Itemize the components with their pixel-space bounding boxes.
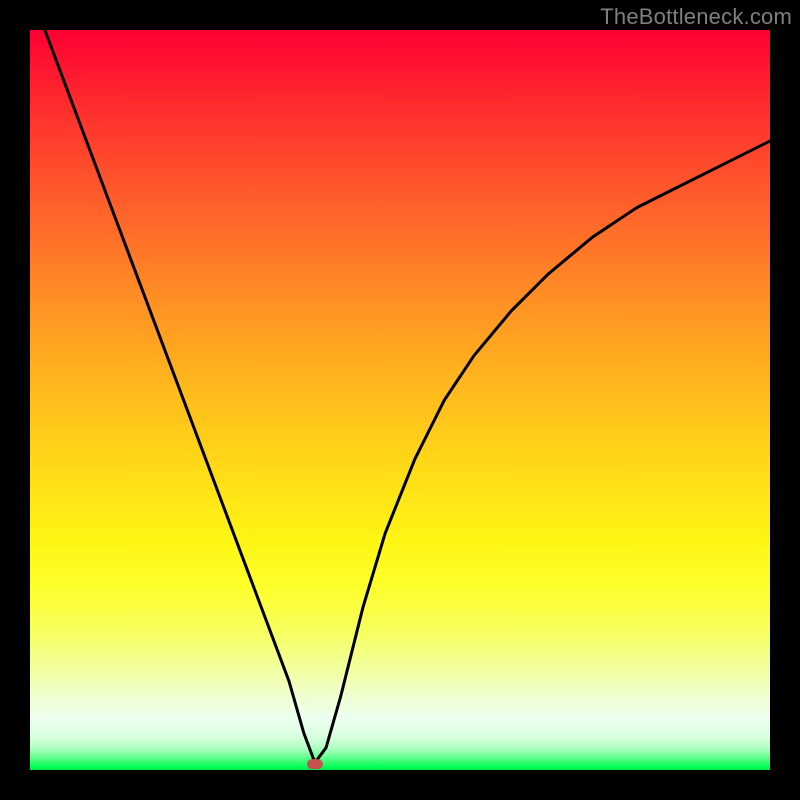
watermark-text: TheBottleneck.com bbox=[600, 4, 792, 30]
curve-layer bbox=[30, 30, 770, 770]
chart-frame: TheBottleneck.com bbox=[0, 0, 800, 800]
plot-area bbox=[30, 30, 770, 770]
optimum-marker bbox=[307, 759, 323, 769]
bottleneck-curve bbox=[45, 30, 770, 763]
